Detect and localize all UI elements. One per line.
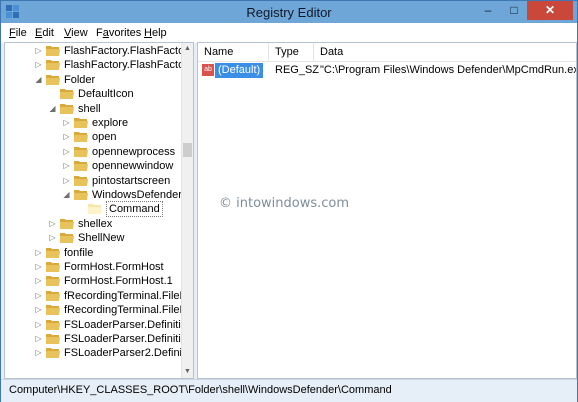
expand-arrow-icon[interactable]: ▷ [34, 275, 43, 287]
expand-arrow-icon[interactable]: ▷ [34, 247, 43, 259]
tree-item-label: explore [92, 117, 129, 129]
folder-icon [74, 175, 88, 186]
expand-arrow-icon[interactable]: ▷ [34, 290, 43, 302]
folder-icon [74, 118, 88, 128]
folder-icon [46, 319, 60, 330]
expand-arrow-icon[interactable]: ▷ [34, 304, 43, 316]
tree-item-label: fonfile [64, 246, 94, 259]
value-row-default[interactable]: ab (Default) REG_SZ "C:\Program Files\Wi… [198, 63, 576, 80]
collapse-arrow-icon[interactable]: ◢ [62, 189, 71, 201]
menu-favorites[interactable]: Favorites [96, 27, 141, 39]
folder-icon [60, 218, 74, 229]
expand-arrow-icon[interactable]: ▷ [34, 45, 43, 57]
folder-icon [74, 146, 88, 157]
menu-view[interactable]: View [64, 27, 88, 39]
string-value-icon: ab [202, 64, 214, 76]
folder-icon [88, 204, 102, 215]
tree-item-label: FSLoaderParser2.Definitic [64, 347, 194, 360]
tree-item-label: FlashFactory.FlashFactory [64, 59, 194, 72]
expand-arrow-icon[interactable]: ▷ [34, 319, 43, 331]
tree-item-label: pintostartscreen [92, 174, 171, 187]
tree-item-label: opennewwindow [92, 160, 174, 173]
folder-icon [74, 190, 88, 200]
menu-edit[interactable]: Edit [35, 27, 54, 39]
expand-arrow-icon[interactable]: ▷ [34, 261, 43, 273]
value-data: "C:\Program Files\Windows Defender\MpCmd… [320, 64, 577, 76]
menu-file[interactable]: File [9, 27, 27, 39]
folder-icon [46, 334, 60, 344]
column-header-data[interactable]: Data [320, 46, 343, 58]
column-header-type[interactable]: Type [275, 46, 299, 58]
folder-icon [46, 348, 60, 359]
watermark-text: © intowindows.com [219, 196, 350, 211]
folder-icon [46, 60, 60, 71]
folder-icon [60, 233, 74, 244]
status-bar: Computer\HKEY_CLASSES_ROOT\Folder\shell\… [1, 379, 577, 402]
tree-item-label: FormHost.FormHost.1 [64, 275, 173, 288]
status-key-path: Computer\HKEY_CLASSES_ROOT\Folder\shell\… [9, 384, 392, 396]
expand-arrow-icon[interactable]: ▷ [34, 59, 43, 71]
folder-icon [46, 247, 60, 258]
folder-icon [46, 262, 60, 272]
tree-item-label: DefaultIcon [78, 88, 134, 101]
column-divider[interactable] [313, 43, 314, 61]
tree-scrollbar[interactable]: ▲ ▼ [181, 43, 193, 378]
registry-values-list[interactable]: Name Type Data ab (Default) REG_SZ "C:\P… [197, 42, 577, 379]
tree-item-label: open [92, 131, 117, 144]
tree-item-label: ShellNew [78, 232, 125, 245]
expand-arrow-icon[interactable]: ▷ [48, 232, 57, 244]
scroll-down-arrow-icon[interactable]: ▼ [182, 366, 193, 378]
maximize-button[interactable]: □ [501, 1, 527, 20]
folder-icon [60, 89, 74, 100]
folder-icon [74, 161, 88, 172]
folder-icon [46, 305, 60, 316]
minimize-button[interactable]: – [475, 1, 501, 20]
expand-arrow-icon[interactable]: ▷ [62, 117, 71, 129]
tree-item-label: FSLoaderParser.Definition [64, 333, 194, 345]
expand-arrow-icon[interactable]: ▷ [62, 175, 71, 187]
menu-help[interactable]: Help [144, 27, 167, 39]
column-header-name[interactable]: Name [204, 46, 233, 58]
registry-key-tree[interactable]: ▷ FlashFactory.FlashFactory ▷ FlashFactory.… [4, 42, 194, 379]
tree-item-label: shell [78, 102, 101, 115]
tree-item-label: FSLoaderParser.Definition [64, 318, 194, 331]
title-bar[interactable]: Registry Editor – □ ✕ [1, 1, 577, 23]
scrollbar-thumb[interactable] [183, 143, 192, 157]
value-type: REG_SZ [275, 64, 320, 76]
tree-item-label: shellex [78, 217, 113, 230]
tree-item-label: opennewprocess [92, 145, 176, 158]
folder-icon [46, 46, 60, 56]
folder-icon [46, 276, 60, 287]
menu-bar: File Edit View Favorites Help [1, 23, 577, 43]
tree-item-label: WindowsDefender [92, 189, 182, 201]
collapse-arrow-icon[interactable]: ◢ [34, 74, 43, 86]
folder-icon [74, 132, 88, 143]
scroll-up-arrow-icon[interactable]: ▲ [182, 43, 193, 55]
folder-icon [46, 290, 60, 301]
list-header: Name Type Data [198, 43, 576, 62]
tree-item-label: fRecordingTerminal.FileR [64, 304, 188, 317]
expand-arrow-icon[interactable]: ▷ [62, 131, 71, 143]
column-divider[interactable] [268, 43, 269, 61]
expand-arrow-icon[interactable]: ▷ [48, 218, 57, 230]
tree-item-label: Command [106, 201, 163, 218]
tree-item-label: fRecordingTerminal.FileR [64, 289, 188, 302]
expand-arrow-icon[interactable]: ▷ [62, 146, 71, 158]
folder-icon [60, 103, 74, 114]
folder-icon [46, 74, 60, 85]
tree-item-label: FlashFactory.FlashFactory [64, 45, 194, 57]
value-name[interactable]: (Default) [215, 63, 264, 78]
close-button[interactable]: ✕ [527, 1, 573, 20]
collapse-arrow-icon[interactable]: ◢ [48, 103, 57, 115]
registry-editor-window: Registry Editor – □ ✕ File Edit View Fav… [0, 0, 578, 402]
expand-arrow-icon[interactable]: ▷ [34, 333, 43, 345]
expand-arrow-icon[interactable]: ▷ [34, 347, 43, 359]
expand-arrow-icon[interactable]: ▷ [62, 160, 71, 172]
tree-item-label: Folder [64, 73, 96, 86]
tree-item-label: FormHost.FormHost [64, 261, 164, 273]
